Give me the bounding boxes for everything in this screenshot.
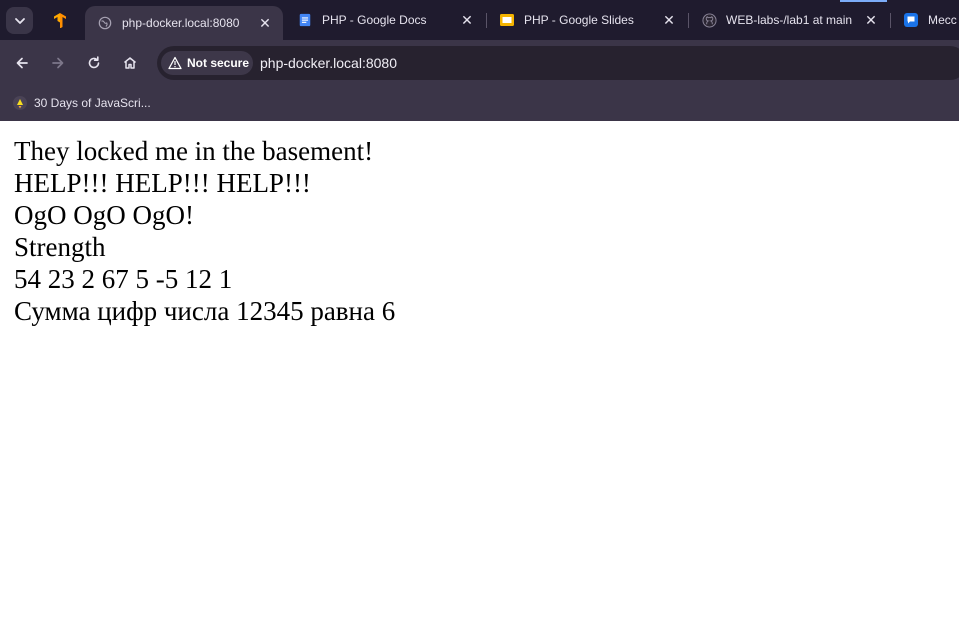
tab-strip: php-docker.local:8080 ✕ PHP - Google Doc…	[0, 0, 959, 40]
tab-google-docs[interactable]: PHP - Google Docs ✕	[285, 0, 485, 40]
close-icon[interactable]: ✕	[459, 12, 475, 28]
security-label: Not secure	[187, 56, 250, 70]
browser-toolbar: Not secure php-docker.local:8080	[0, 40, 959, 86]
text-line: Strength	[14, 232, 106, 262]
forward-button[interactable]	[44, 49, 72, 77]
security-indicator[interactable]: Not secure	[161, 51, 253, 75]
url-text[interactable]: php-docker.local:8080	[260, 55, 397, 71]
text-line: They locked me in the basement!	[14, 136, 374, 166]
close-icon[interactable]: ✕	[863, 12, 879, 28]
tab-title: PHP - Google Docs	[322, 13, 427, 27]
github-icon	[701, 12, 717, 28]
google-docs-icon	[297, 12, 313, 28]
text-line: HELP!!! HELP!!! HELP!!!	[14, 168, 311, 198]
google-slides-icon	[499, 12, 515, 28]
text-line: 54 23 2 67 5 -5 12 1	[14, 264, 233, 294]
tab-title: php-docker.local:8080	[122, 16, 240, 30]
messenger-icon	[903, 12, 919, 28]
tab-search-button[interactable]	[6, 7, 33, 34]
text-line: Сумма цифр числа 12345 равна 6	[14, 296, 396, 326]
chevron-down-icon	[14, 17, 25, 24]
bookmark-item[interactable]: 30 Days of JavaScri...	[12, 92, 151, 114]
close-icon[interactable]: ✕	[661, 12, 677, 28]
tab-php-docker[interactable]: php-docker.local:8080 ✕	[85, 6, 283, 40]
reload-icon	[88, 56, 100, 69]
bookmark-favicon	[13, 96, 27, 110]
warning-icon	[168, 56, 182, 70]
arrow-left-icon	[16, 57, 28, 69]
tensorflow-icon	[54, 13, 66, 28]
page-content: They locked me in the basement! HELP!!! …	[14, 135, 395, 327]
address-bar[interactable]: Not secure php-docker.local:8080	[157, 46, 959, 80]
home-icon	[124, 57, 136, 69]
bookmarks-bar: 30 Days of JavaScri...	[0, 86, 959, 121]
reload-button[interactable]	[80, 49, 108, 77]
text-line: OgO OgO OgO!	[14, 200, 194, 230]
arrow-right-icon	[52, 57, 64, 69]
home-button[interactable]	[116, 49, 144, 77]
tab-google-slides[interactable]: PHP - Google Slides ✕	[487, 0, 687, 40]
back-button[interactable]	[8, 49, 36, 77]
bookmark-label: 30 Days of JavaScri...	[34, 96, 151, 110]
globe-icon	[97, 15, 113, 31]
tab-messenger[interactable]: Месс	[891, 0, 959, 40]
tab-github[interactable]: WEB-labs-/lab1 at main ✕	[689, 0, 889, 40]
pinned-tab[interactable]	[44, 6, 76, 34]
tab-title: PHP - Google Slides	[524, 13, 634, 27]
close-icon[interactable]: ✕	[257, 15, 273, 31]
tab-title: WEB-labs-/lab1 at main	[726, 13, 853, 27]
tab-title: Месс	[928, 13, 957, 27]
